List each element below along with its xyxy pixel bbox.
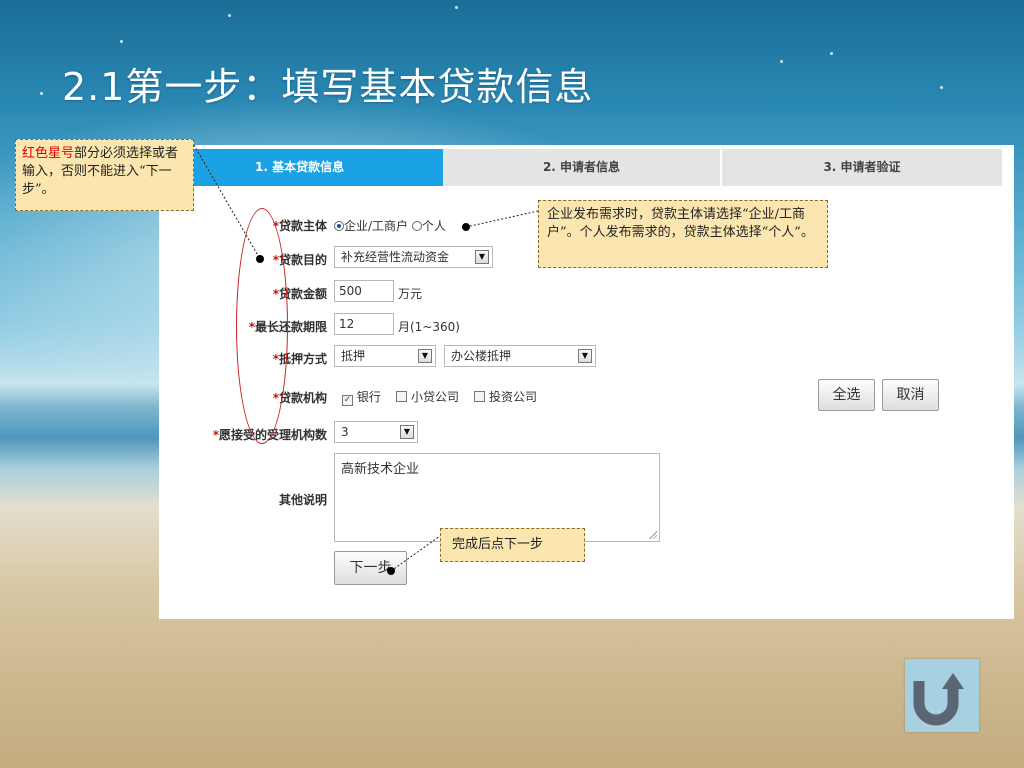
leader-dot xyxy=(387,567,395,575)
subject-note: 企业发布需求时，贷款主体请选择“企业/工商户”。个人发布需求的，贷款主体选择“个… xyxy=(538,200,828,268)
annotation-leader-lines xyxy=(193,144,539,572)
next-step-note: 完成后点下一步 xyxy=(440,528,585,562)
required-fields-note: 红色星号部分必须选择或者输入，否则不能进入“下一步”。 xyxy=(15,139,194,211)
back-button[interactable] xyxy=(905,659,979,732)
u-turn-arrow-icon xyxy=(913,673,964,726)
leader-dot xyxy=(462,223,470,231)
leader-dot xyxy=(256,255,264,263)
